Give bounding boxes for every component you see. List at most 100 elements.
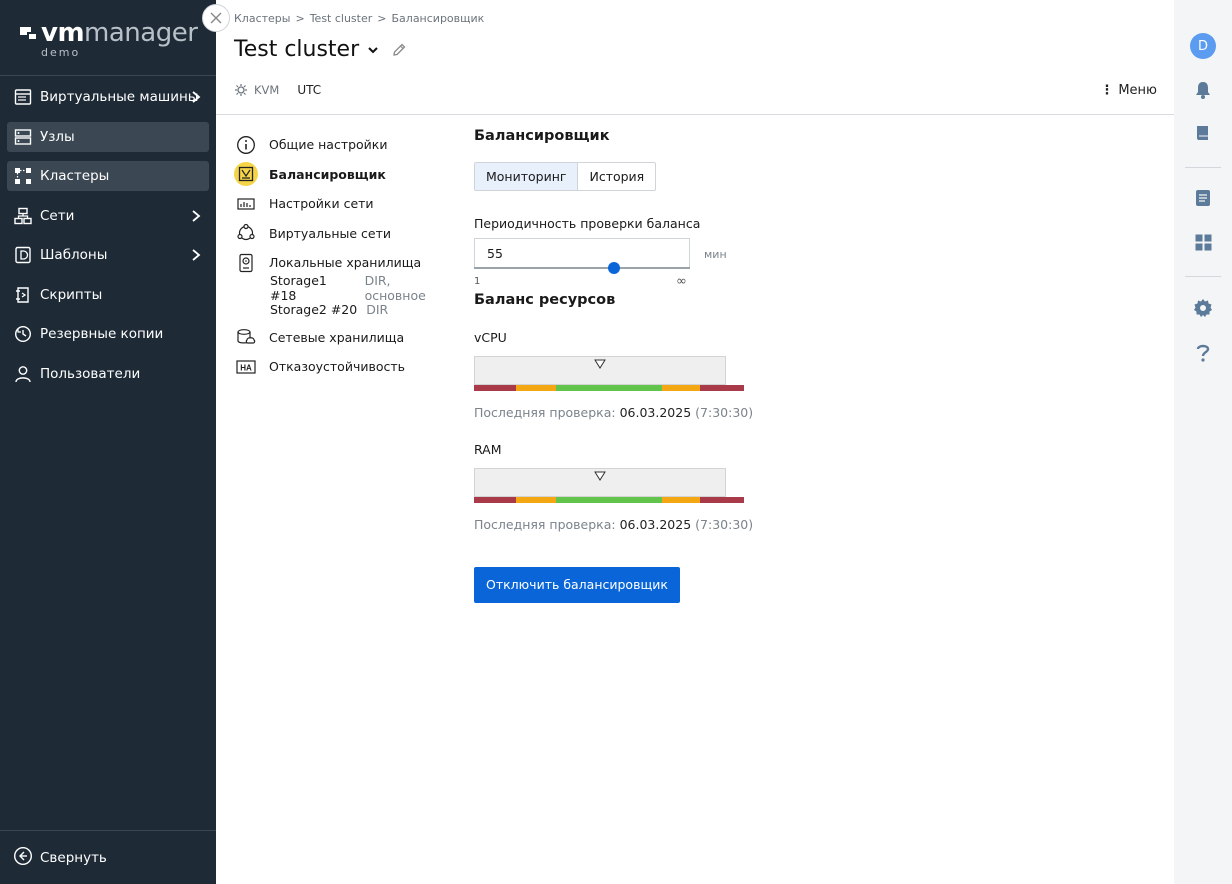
right-rail: D <box>1174 0 1232 884</box>
sidebar-item-templates[interactable]: Шаблоны <box>7 240 209 270</box>
subnav-item-label: Балансировщик <box>269 166 386 182</box>
rail-divider <box>1185 276 1221 277</box>
tasks-button[interactable] <box>1174 189 1232 207</box>
last-check-time: (7:30:30) <box>695 517 754 532</box>
network-storage-icon <box>234 325 258 349</box>
interval-unit: мин <box>704 248 727 261</box>
users-icon <box>13 364 33 384</box>
last-check-time: (7:30:30) <box>695 405 754 420</box>
disable-balancer-button[interactable]: Отключить балансировщик <box>474 567 680 603</box>
resource-name: RAM <box>474 442 502 457</box>
gauge-segment-critical-low <box>474 385 516 391</box>
slider-thumb[interactable] <box>608 262 621 274</box>
subnav-item-ha[interactable]: HA Отказоустойчивость <box>234 352 454 382</box>
subnav-item-network-storage[interactable]: Сетевые хранилища <box>234 323 454 353</box>
tab-history[interactable]: История <box>578 163 655 190</box>
sidebar-item-clusters[interactable]: Кластеры <box>7 161 209 191</box>
resource-gauge <box>474 468 744 504</box>
chevron-right-icon <box>192 91 201 103</box>
subnav-item-network-settings[interactable]: Настройки сети <box>234 189 454 219</box>
logo[interactable]: vmmanager demo <box>0 0 216 76</box>
gauge-segment-ok <box>556 497 662 503</box>
tab-monitoring[interactable]: Мониторинг <box>475 163 579 190</box>
header-divider <box>216 114 1174 115</box>
subnav-item-general[interactable]: Общие настройки <box>234 130 454 160</box>
storage-name: Storage1 #18 <box>270 273 327 303</box>
gauge-segment-warn-low <box>516 497 556 503</box>
templates-icon <box>13 245 33 265</box>
breadcrumb-separator: > <box>295 12 305 25</box>
page-title[interactable]: Test cluster <box>234 37 359 62</box>
logo-vm: vm <box>41 18 85 48</box>
collapse-icon <box>13 846 33 870</box>
subnav-item-label: Общие настройки <box>269 137 388 153</box>
docs-icon <box>1197 126 1208 140</box>
chevron-down-icon[interactable] <box>367 44 379 56</box>
breadcrumb-item-current: Балансировщик <box>391 12 485 25</box>
svg-text:HA: HA <box>240 363 252 372</box>
interval-input[interactable]: 55 <box>474 238 690 268</box>
cluster-subnav: Общие настройки Балансировщик Настройки … <box>234 130 454 382</box>
dashboard-button[interactable] <box>1174 234 1232 251</box>
sidebar-item-label: Пользователи <box>40 365 141 382</box>
slider-track[interactable] <box>474 267 690 269</box>
sidebar-item-label: Виртуальные машины <box>40 89 199 105</box>
resource-block-ram: RAM Последняя проверка: 06.03.2025 (7:30… <box>474 442 874 532</box>
gauge-segment-ok <box>556 385 662 391</box>
settings-icon <box>1194 299 1212 317</box>
menu-label: Меню <box>1118 83 1157 98</box>
close-sidebar-button[interactable] <box>202 4 230 32</box>
more-vertical-icon: ⋮ <box>1100 83 1114 98</box>
settings-button[interactable] <box>1174 298 1232 318</box>
main-content: Кластеры > Test cluster > Балансировщик Test… <box>216 0 1174 884</box>
menu-button[interactable]: ⋮ Меню <box>1100 83 1157 98</box>
interval-label: Периодичность проверки баланса <box>474 216 701 231</box>
subnav-item-label: Локальные хранилища <box>269 255 422 271</box>
resources-title: Баланс ресурсов <box>474 292 616 308</box>
section-title: Балансировщик <box>474 128 610 144</box>
last-check-date: 06.03.2025 <box>619 405 692 420</box>
backups-icon <box>13 324 33 344</box>
docs-button[interactable] <box>1174 124 1232 142</box>
sidebar-item-vms[interactable]: Виртуальные машины <box>7 82 209 112</box>
sidebar-item-scripts[interactable]: Скрипты <box>7 280 209 310</box>
sidebar-item-users[interactable]: Пользователи <box>7 359 209 389</box>
cluster-meta: KVM UTC <box>234 83 321 97</box>
main-sidebar: vmmanager demo Виртуальные машины Узлы К… <box>0 0 216 884</box>
clusters-icon <box>13 166 33 186</box>
sidebar-item-backups[interactable]: Резервные копии <box>7 319 209 349</box>
breadcrumb-item-clusters[interactable]: Кластеры <box>234 12 290 25</box>
storage-item[interactable]: Storage1 #18 DIR, основное <box>234 273 454 303</box>
subnav-item-label: Настройки сети <box>269 196 374 212</box>
storage-desc: DIR <box>366 301 389 317</box>
avatar: D <box>1190 33 1216 59</box>
gauge-segment-critical-low <box>474 497 516 503</box>
gauge-segment-critical-high <box>700 385 744 391</box>
chevron-right-icon <box>192 209 201 222</box>
subnav-item-label: Виртуальные сети <box>269 225 392 241</box>
breadcrumb-separator: > <box>377 12 387 25</box>
gauge-bar <box>474 385 744 391</box>
subnav-item-virtual-networks[interactable]: Виртуальные сети <box>234 219 454 249</box>
edit-icon[interactable] <box>391 42 407 58</box>
breadcrumb-item-cluster[interactable]: Test cluster <box>310 12 373 25</box>
network-settings-icon <box>234 192 258 216</box>
sidebar-item-nodes[interactable]: Узлы <box>7 121 209 152</box>
sidebar-item-label: Резервные копии <box>40 326 164 342</box>
vm-icon <box>13 87 33 107</box>
last-check-label: Последняя проверка: <box>474 517 616 532</box>
collapse-sidebar-button[interactable]: Свернуть <box>0 830 216 884</box>
gauge-marker-icon <box>594 359 606 369</box>
info-icon <box>234 133 258 157</box>
sidebar-item-label: Кластеры <box>40 168 110 184</box>
notifications-button[interactable] <box>1174 80 1232 100</box>
help-button[interactable] <box>1174 343 1232 363</box>
sidebar-nav: Виртуальные машины Узлы Кластеры Сети Ша… <box>0 82 216 398</box>
subnav-item-balancer[interactable]: Балансировщик <box>234 160 454 190</box>
gauge-segment-warn-high <box>662 497 700 503</box>
subnav-item-label: Отказоустойчивость <box>269 359 405 375</box>
close-icon <box>210 12 222 24</box>
logo-icon <box>20 27 38 41</box>
user-avatar-button[interactable]: D <box>1174 33 1232 59</box>
sidebar-item-networks[interactable]: Сети <box>7 201 209 231</box>
